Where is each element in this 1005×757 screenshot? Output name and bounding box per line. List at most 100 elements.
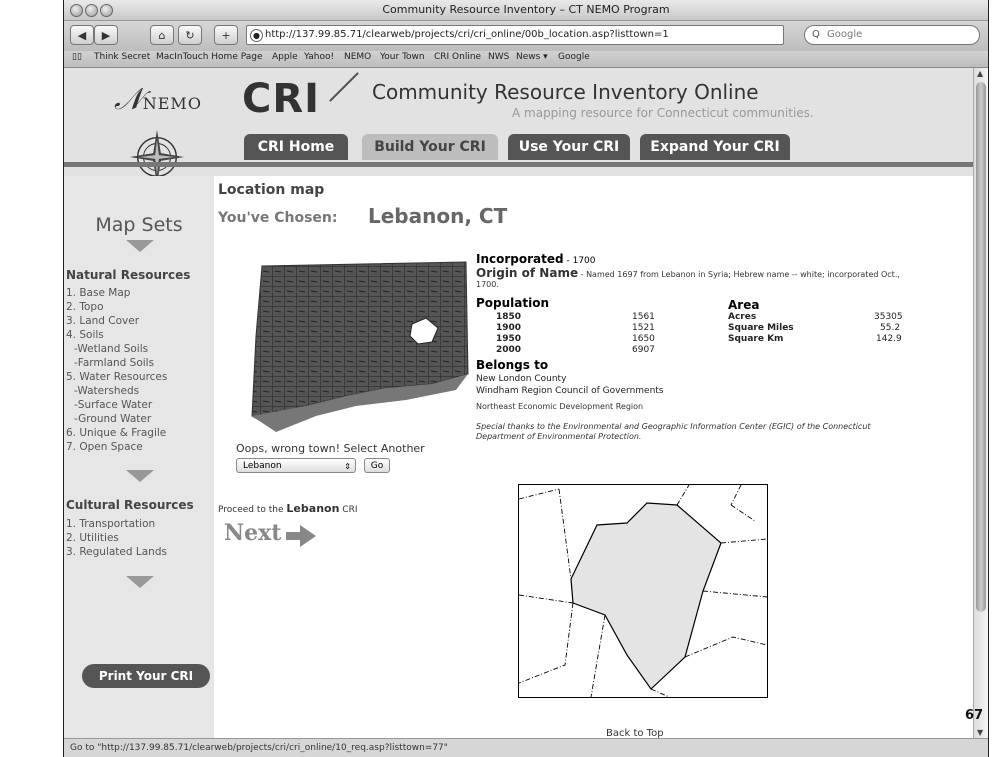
sidebar-item-watersheds[interactable]: -Watersheds (74, 385, 139, 397)
bookmarks-bar: ▯▯ Think Secret MacInTouch Home Page App… (64, 51, 988, 68)
sidebar-item-base-map[interactable]: 1. Base Map (66, 287, 130, 299)
sidebar-item-unique-fragile[interactable]: 6. Unique & Fragile (66, 427, 166, 439)
origin-block: Origin of Name - Named 1697 from Lebanon… (476, 267, 916, 290)
lebanon-town-map (518, 484, 768, 698)
vertical-scrollbar[interactable]: ▲ ▼ (973, 68, 988, 738)
bookmarks-book-icon[interactable]: ▯▯ (72, 52, 82, 62)
population-value: 6907 (632, 345, 655, 355)
belongs-to-label: Belongs to (476, 358, 549, 372)
globe-icon: ● (250, 29, 263, 42)
bookmark-cri-online[interactable]: CRI Online (434, 52, 481, 62)
chosen-label: You've Chosen: (218, 210, 338, 226)
nemo-logo-initial: 𝒩 (114, 82, 143, 117)
home-button[interactable]: ⌂ (150, 25, 174, 45)
egic-thanks: Special thanks to the Environmental and … (476, 422, 871, 441)
page-title: Location map (218, 182, 325, 198)
next-label: Next (224, 520, 282, 546)
reload-button[interactable]: ↻ (178, 25, 202, 45)
sidebar: Map Sets Natural Resources 1. Base Map 2… (64, 176, 214, 738)
browser-window: Community Resource Inventory – CT NEMO P… (64, 0, 988, 757)
bookmark-yahoo[interactable]: Yahoo! (304, 52, 334, 62)
proceed-suffix: CRI (342, 505, 358, 515)
bookmark-think-secret[interactable]: Think Secret (94, 52, 150, 62)
cri-logo[interactable]: CRI (242, 76, 320, 122)
sidebar-item-land-cover[interactable]: 3. Land Cover (66, 315, 139, 327)
bookmark-google[interactable]: Google (558, 52, 590, 62)
belongs-region: Northeast Economic Development Region (476, 402, 644, 411)
main-content: Location map You've Chosen: Lebanon, CT … (214, 176, 973, 738)
status-bar: Go to "http://137.99.85.71/clearweb/proj… (64, 738, 988, 757)
nemo-logo[interactable]: 𝒩NEMO (114, 82, 202, 117)
chosen-town: Lebanon, CT (368, 204, 508, 228)
belongs-council: Windham Region Council of Governments (476, 386, 664, 396)
sidebar-item-transportation[interactable]: 1. Transportation (66, 518, 155, 530)
go-button[interactable]: Go (364, 458, 390, 473)
sidebar-item-wetland-soils[interactable]: -Wetland Soils (74, 343, 148, 355)
map-sets-heading: Map Sets (95, 214, 183, 236)
sidebar-item-soils[interactable]: 4. Soils (66, 329, 104, 341)
arrow-right-icon (286, 524, 317, 547)
bookmark-macintouch[interactable]: MacInTouch Home Page (156, 52, 263, 62)
reload-icon: ↻ (185, 29, 195, 42)
back-icon: ◀ (77, 29, 87, 42)
forward-button[interactable]: ▶ (94, 25, 118, 45)
area-row-label: Acres (728, 312, 757, 322)
bookmark-nws[interactable]: NWS (488, 52, 509, 62)
forward-icon: ▶ (101, 29, 111, 42)
nemo-logo-text: NEMO (142, 94, 202, 113)
population-year: 1950 (496, 334, 522, 344)
site-title: Community Resource Inventory Online (372, 80, 759, 104)
back-button[interactable]: ◀ (70, 25, 94, 45)
population-year: 1900 (496, 323, 522, 333)
incorporated-label: Incorporated (476, 252, 564, 266)
incorporated-value: - 1700 (566, 256, 596, 266)
tab-use-your-cri[interactable]: Use Your CRI (508, 134, 630, 160)
area-row-value: 55.2 (880, 323, 901, 333)
address-bar[interactable]: ● http://137.99.85.71/clearweb/projects/… (246, 25, 784, 45)
town-select[interactable]: Lebanon ⇕ (236, 458, 356, 473)
back-to-top-link[interactable]: Back to Top (606, 728, 664, 738)
sidebar-item-topo[interactable]: 2. Topo (66, 301, 104, 313)
select-arrows-icon: ⇕ (344, 462, 351, 471)
proceed-town: Lebanon (286, 502, 340, 515)
home-icon: ⌂ (158, 29, 166, 42)
sidebar-item-farmland-soils[interactable]: -Farmland Soils (74, 357, 154, 369)
scroll-down-icon[interactable]: ▼ (977, 728, 983, 737)
print-your-cri-button[interactable]: Print Your CRI (82, 664, 210, 688)
proceed-prefix: Proceed to the (218, 505, 284, 515)
search-field[interactable]: Q Google (804, 25, 980, 45)
sidebar-item-water-resources[interactable]: 5. Water Resources (66, 371, 167, 383)
belongs-county: New London County (476, 374, 567, 384)
chevron-down-icon (126, 240, 154, 252)
title-bar: Community Resource Inventory – CT NEMO P… (64, 0, 988, 21)
add-bookmark-button[interactable]: + (214, 25, 238, 45)
bookmark-apple[interactable]: Apple (272, 52, 298, 62)
area-row-value: 35305 (874, 312, 903, 322)
frame-line-right (988, 0, 989, 757)
tab-build-your-cri[interactable]: Build Your CRI (362, 134, 498, 160)
sidebar-item-surface-water[interactable]: -Surface Water (74, 399, 152, 411)
population-value: 1521 (632, 323, 655, 333)
tab-expand-your-cri[interactable]: Expand Your CRI (640, 134, 790, 160)
area-row-label: Square Km (728, 334, 784, 344)
area-row-label: Square Miles (728, 323, 794, 333)
web-content: 𝒩NEMO CRI Community Resource Inventory O… (64, 68, 973, 738)
select-another-label: Oops, wrong town! Select Another (236, 442, 425, 455)
scrollbar-thumb[interactable] (976, 82, 986, 612)
scroll-up-icon[interactable]: ▲ (977, 69, 983, 78)
incorporated-line: Incorporated - 1700 (476, 252, 596, 266)
site-subtitle: A mapping resource for Connecticut commu… (512, 106, 814, 120)
sidebar-item-utilities[interactable]: 2. Utilities (66, 532, 119, 544)
sidebar-item-open-space[interactable]: 7. Open Space (66, 441, 143, 453)
browser-toolbar: ◀ ▶ ⌂ ↻ + ● http://137.99.85.71/clearweb… (64, 21, 988, 51)
connecticut-location-map (251, 261, 469, 432)
bookmark-news-menu[interactable]: News ▾ (516, 52, 548, 62)
population-year: 2000 (496, 345, 522, 355)
bookmark-nemo[interactable]: NEMO (344, 52, 371, 62)
sidebar-item-ground-water[interactable]: -Ground Water (74, 413, 151, 425)
tab-cri-home[interactable]: CRI Home (244, 134, 348, 160)
next-button[interactable]: Next (224, 520, 317, 547)
bookmark-your-town[interactable]: Your Town (380, 52, 425, 62)
town-select-value: Lebanon (243, 461, 282, 471)
sidebar-item-regulated-lands[interactable]: 3. Regulated Lands (66, 546, 167, 558)
